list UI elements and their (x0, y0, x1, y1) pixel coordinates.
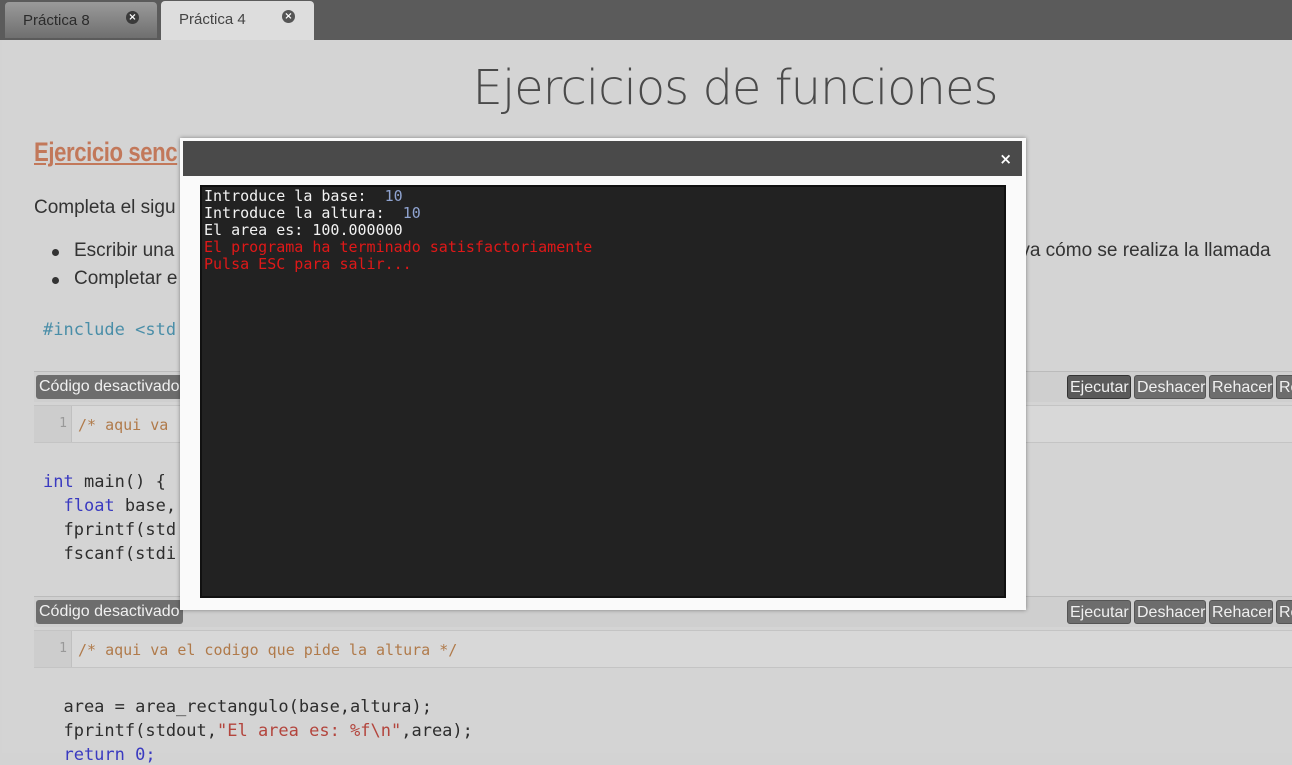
code-main-line: int main() { (43, 472, 166, 492)
list-item: Escribir una (52, 240, 174, 262)
code-main-line: float base, (63, 496, 177, 516)
tab-label: Práctica 8 (23, 12, 90, 29)
run-button[interactable]: Ejecutar (1067, 375, 1131, 399)
line-number: 1 (34, 406, 72, 442)
reset-button[interactable]: Re (1276, 375, 1292, 399)
tab-bar: Práctica 8 × Práctica 4 × (0, 0, 1292, 40)
editor-code-line: /* aqui va el codigo que pide la altura … (78, 641, 458, 659)
list-item-text: Completar e (74, 268, 178, 289)
intro-paragraph: Completa el sigu (34, 197, 176, 218)
code-main-line: fprintf(std (43, 520, 177, 540)
reset-button[interactable]: Re (1276, 600, 1292, 624)
undo-button[interactable]: Deshacer (1134, 375, 1206, 399)
undo-button[interactable]: Deshacer (1134, 600, 1206, 624)
list-item-text: Escribir una (74, 240, 175, 261)
close-icon[interactable]: × (282, 10, 295, 23)
code-bottom-line: fprintf(stdout,"El area es: %f\n",area); (43, 721, 473, 741)
tab-practica-8[interactable]: Práctica 8 × (5, 2, 157, 38)
run-button[interactable]: Ejecutar (1067, 600, 1131, 624)
dialog-header: × (183, 141, 1022, 176)
close-icon[interactable]: × (126, 11, 139, 24)
close-icon[interactable]: × (999, 150, 1012, 168)
list-item-tail: rva cómo se realiza la llamada (1014, 240, 1271, 261)
terminal-dialog: × Introduce la base: 10 Introduce la alt… (180, 138, 1026, 610)
tab-label: Práctica 4 (179, 11, 246, 28)
page-title: Ejercicios de funciones (472, 60, 998, 116)
list-item: Completar e (52, 268, 178, 290)
code-include: #include <std (43, 320, 177, 340)
redo-button[interactable]: Rehacer (1209, 600, 1273, 624)
code-bottom-line: area = area_rectangulo(base,altura); (43, 697, 432, 717)
code-bottom-line: return 0; (43, 745, 156, 765)
terminal-line: Introduce la base: 10 (204, 187, 403, 205)
terminal-output[interactable]: Introduce la base: 10 Introduce la altur… (200, 185, 1006, 598)
tab-practica-4[interactable]: Práctica 4 × (161, 1, 314, 40)
editor-code-line: /* aqui va (78, 416, 178, 434)
terminal-line: Introduce la altura: 10 (204, 204, 421, 222)
code-main-line: fscanf(stdi (43, 544, 177, 564)
terminal-error-line: Pulsa ESC para salir... (204, 255, 412, 273)
redo-button[interactable]: Rehacer (1209, 375, 1273, 399)
terminal-line: El area es: 100.000000 (204, 221, 403, 239)
exercise-title: Ejercicio senc (34, 137, 178, 167)
code-disabled-label: Código desactivado (36, 600, 183, 624)
line-number: 1 (34, 631, 72, 667)
code-editor[interactable]: 1 /* aqui va el codigo que pide la altur… (34, 630, 1292, 668)
code-disabled-label: Código desactivado (36, 375, 183, 399)
terminal-error-line: El programa ha terminado satisfactoriame… (204, 238, 593, 256)
